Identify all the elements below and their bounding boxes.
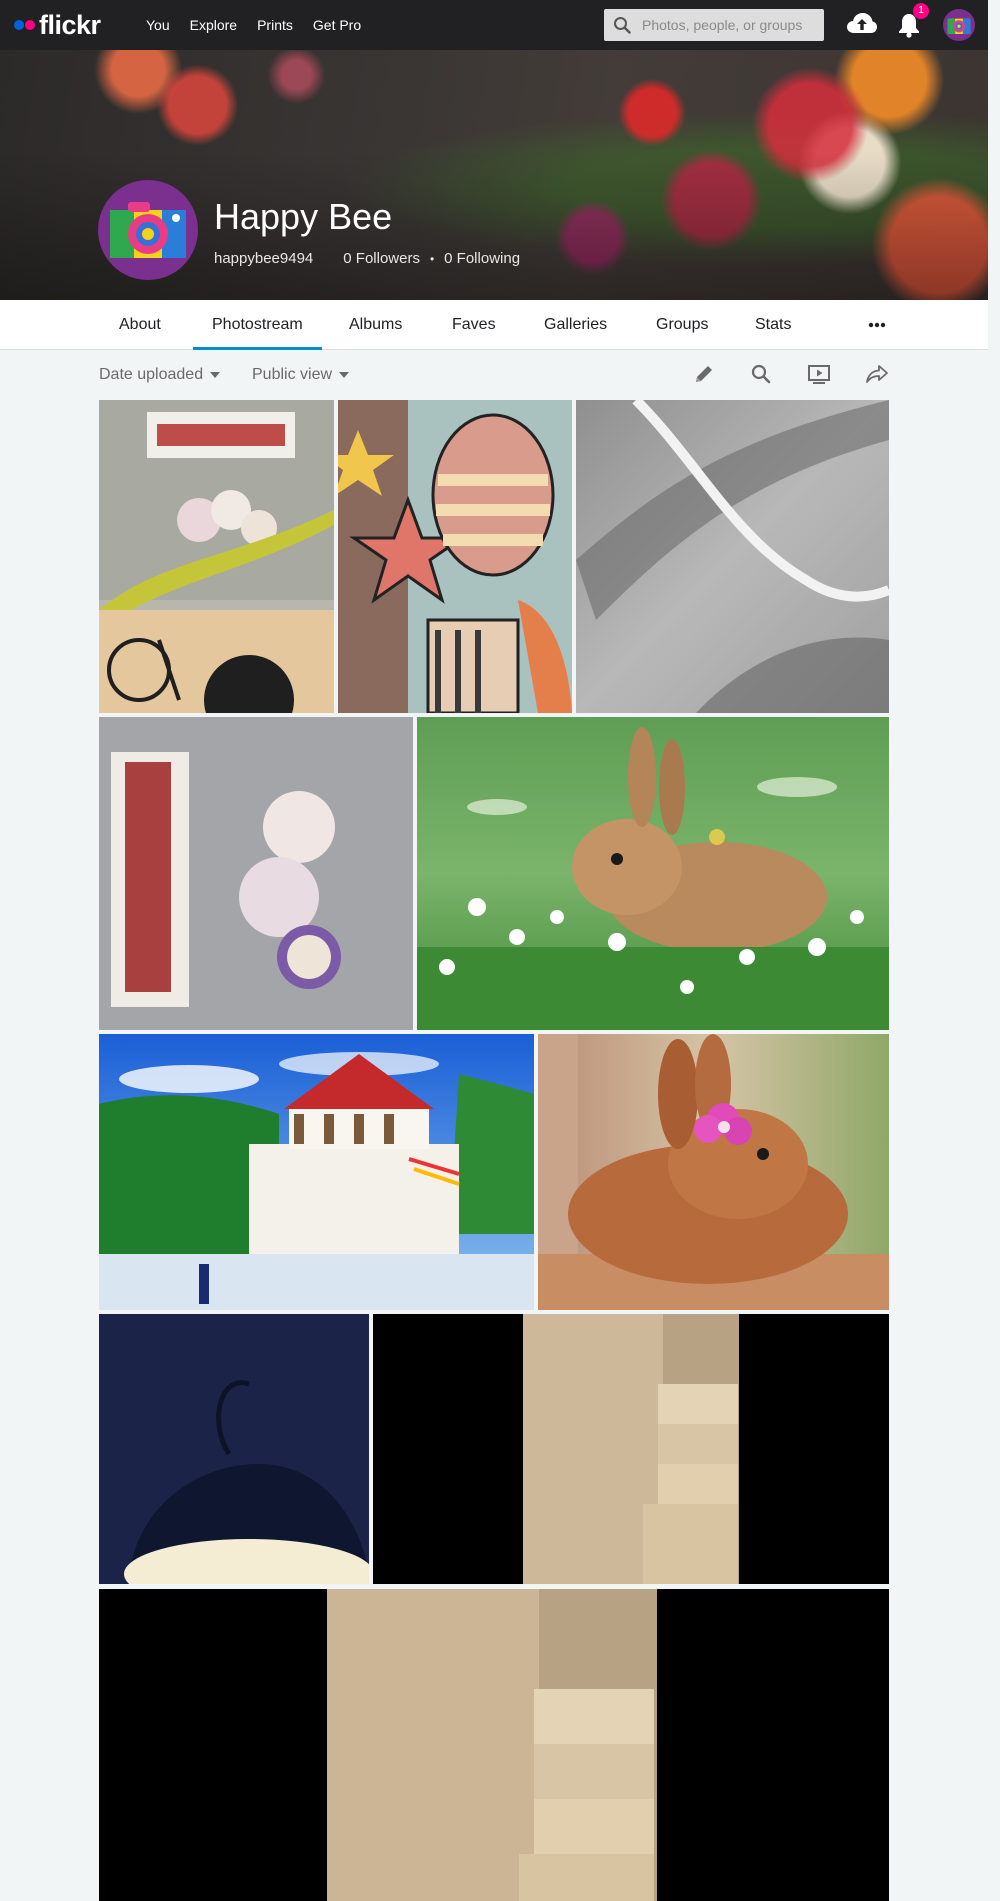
profile-stats: happybee9494 0 Followers • 0 Following [214, 250, 520, 267]
nav-link-explore[interactable]: Explore [190, 17, 237, 33]
upload-cloud-icon[interactable] [846, 11, 878, 37]
photo-desk-lamp-dark[interactable] [99, 1314, 369, 1584]
photo-rakuten-sticker-closeup[interactable] [99, 717, 413, 1030]
nav-link-get-pro[interactable]: Get Pro [313, 17, 361, 33]
tab-about[interactable]: About [119, 300, 161, 350]
search-icon[interactable] [613, 16, 631, 34]
stats-separator: • [429, 251, 435, 266]
sort-dropdown[interactable]: Date uploaded [99, 366, 221, 384]
profile-name: Happy Bee [214, 196, 393, 237]
tab-faves[interactable]: Faves [452, 300, 496, 350]
search-box [604, 9, 824, 41]
profile-avatar[interactable] [98, 180, 198, 280]
tab-groups[interactable]: Groups [656, 300, 708, 350]
tab-galleries[interactable]: Galleries [544, 300, 607, 350]
top-navigation-bar: flickr You Explore Prints Get Pro 1 [0, 0, 988, 50]
nav-link-you[interactable]: You [146, 17, 170, 33]
photostream-toolbar: Date uploaded Public view [0, 351, 988, 399]
notification-count-badge: 1 [913, 3, 929, 19]
more-options-icon[interactable] [868, 322, 886, 328]
chevron-down-icon [339, 372, 350, 378]
tab-stats[interactable]: Stats [755, 300, 791, 350]
tab-photostream[interactable]: Photostream [193, 300, 322, 350]
view-dropdown[interactable]: Public view [252, 366, 350, 384]
search-input[interactable] [642, 9, 818, 41]
photo-wooden-shelf-wide[interactable] [99, 1589, 889, 1901]
photo-grayscale-cable[interactable] [576, 400, 889, 713]
user-avatar[interactable] [943, 9, 975, 41]
followers-link[interactable]: 0 Followers [343, 250, 420, 267]
following-link[interactable]: 0 Following [444, 250, 520, 267]
tab-albums[interactable]: Albums [349, 300, 402, 350]
edit-pencil-icon[interactable] [693, 363, 715, 385]
chevron-down-icon [210, 372, 221, 378]
logo-blue-dot [14, 20, 24, 30]
nav-link-prints[interactable]: Prints [257, 17, 293, 33]
photo-temple-of-the-tooth[interactable] [99, 1034, 534, 1310]
logo-pink-dot [25, 20, 35, 30]
profile-tabs: About Photostream Albums Faves Galleries… [0, 300, 988, 350]
profile-username: happybee9494 [214, 250, 314, 267]
share-icon[interactable] [865, 363, 889, 385]
flickr-logo[interactable]: flickr [14, 11, 101, 39]
logo-wordmark: flickr [39, 9, 101, 40]
photo-colorful-star-pattern[interactable] [338, 400, 572, 713]
main-nav-links: You Explore Prints Get Pro [146, 0, 381, 50]
slideshow-icon[interactable] [807, 363, 831, 385]
photo-bunny-in-daisies[interactable] [417, 717, 889, 1030]
profile-cover-photo: Happy Bee happybee9494 0 Followers • 0 F… [0, 50, 988, 300]
photo-rakuten-sticker[interactable] [99, 400, 334, 713]
sort-dropdown-label: Date uploaded [99, 366, 204, 383]
photo-wooden-shelf-narrow[interactable] [373, 1314, 889, 1584]
search-photostream-icon[interactable] [750, 363, 772, 385]
photo-bunny-with-pink-flower[interactable] [538, 1034, 889, 1310]
view-dropdown-label: Public view [252, 366, 333, 383]
